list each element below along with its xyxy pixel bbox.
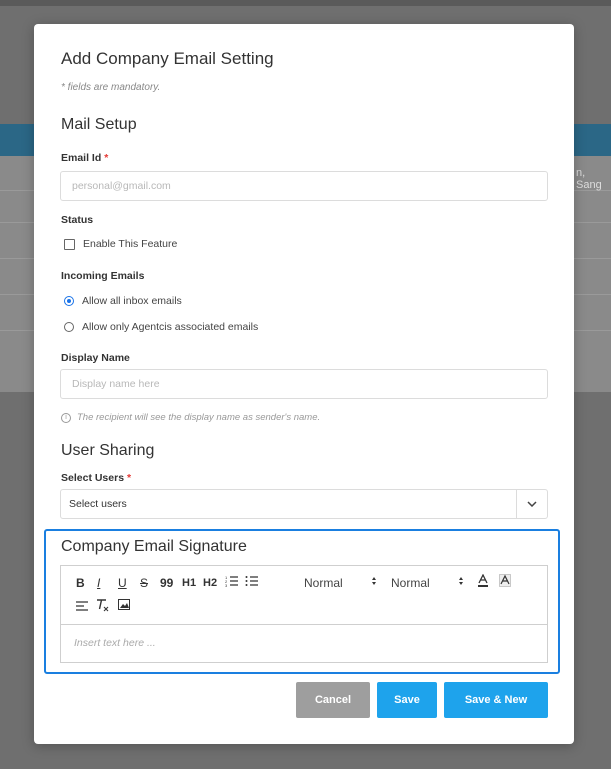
radio-allow-associated[interactable] — [64, 322, 74, 332]
chevron-down-icon[interactable] — [516, 490, 547, 518]
modal-title: Add Company Email Setting — [61, 49, 274, 68]
email-input[interactable] — [60, 171, 548, 201]
background-header — [0, 0, 611, 6]
save-button[interactable]: Save — [377, 682, 437, 718]
signature-editor[interactable]: B I U S 99 H1 H2 123 Normal Normal Inser… — [60, 565, 548, 663]
editor-toolbar: B I U S 99 H1 H2 123 Normal Normal — [61, 566, 547, 625]
align-icon[interactable] — [76, 600, 88, 614]
background-peek-text: n, Sang — [576, 167, 602, 191]
incoming-emails-label: Incoming Emails — [61, 270, 145, 282]
required-mark: * — [104, 152, 109, 164]
image-icon[interactable] — [118, 599, 130, 613]
enable-feature-label: Enable This Feature — [83, 238, 178, 250]
font-select-arrows-icon[interactable] — [371, 575, 377, 590]
bullet-list-icon[interactable] — [245, 575, 259, 590]
clear-format-icon[interactable] — [96, 598, 110, 615]
radio-allow-associated-row[interactable]: Allow only Agentcis associated emails — [64, 321, 258, 333]
mail-setup-heading: Mail Setup — [61, 116, 137, 133]
select-users-label-text: Select Users — [61, 472, 125, 484]
heading1-button[interactable]: H1 — [182, 577, 196, 589]
signature-text-area[interactable]: Insert text here ... — [61, 625, 547, 661]
status-label: Status — [61, 214, 94, 226]
radio-allow-all[interactable] — [64, 296, 74, 306]
underline-button[interactable]: U — [118, 576, 127, 590]
text-color-icon[interactable] — [477, 573, 489, 591]
heading2-button[interactable]: H2 — [203, 577, 217, 589]
display-name-hint-text: The recipient will see the display name … — [77, 412, 321, 423]
font-select[interactable]: Normal — [304, 576, 343, 590]
strikethrough-button[interactable]: S — [140, 576, 148, 590]
info-icon: i — [61, 412, 71, 423]
bold-button[interactable]: B — [76, 576, 85, 590]
radio-allow-all-label: Allow all inbox emails — [82, 295, 182, 307]
mandatory-note: * fields are mandatory. — [61, 82, 161, 93]
cancel-button[interactable]: Cancel — [296, 682, 370, 718]
display-name-label: Display Name — [61, 352, 130, 364]
blockquote-button[interactable]: 99 — [160, 576, 173, 590]
italic-button[interactable]: I — [97, 576, 100, 590]
radio-allow-all-row[interactable]: Allow all inbox emails — [64, 295, 182, 307]
display-name-hint: i The recipient will see the display nam… — [61, 412, 320, 423]
size-select[interactable]: Normal — [391, 576, 430, 590]
select-users-dropdown[interactable]: Select users — [60, 489, 548, 519]
email-label: Email Id * — [61, 152, 108, 164]
radio-allow-associated-label: Allow only Agentcis associated emails — [82, 321, 259, 333]
required-mark: * — [127, 472, 132, 484]
size-select-arrows-icon[interactable] — [458, 575, 464, 590]
email-label-text: Email Id — [61, 152, 102, 164]
enable-feature-checkbox[interactable] — [64, 238, 75, 250]
signature-heading: Company Email Signature — [61, 538, 247, 555]
svg-text:3: 3 — [225, 583, 228, 587]
email-setting-modal: Add Company Email Setting * fields are m… — [34, 24, 574, 744]
display-name-input[interactable] — [60, 369, 548, 399]
background-color-icon[interactable] — [499, 574, 511, 591]
select-users-label: Select Users * — [61, 472, 131, 484]
select-users-value: Select users — [69, 498, 127, 510]
ordered-list-icon[interactable]: 123 — [225, 575, 239, 590]
save-and-new-button[interactable]: Save & New — [444, 682, 548, 718]
user-sharing-heading: User Sharing — [61, 442, 155, 459]
enable-feature-checkbox-row[interactable]: Enable This Feature — [64, 238, 177, 250]
